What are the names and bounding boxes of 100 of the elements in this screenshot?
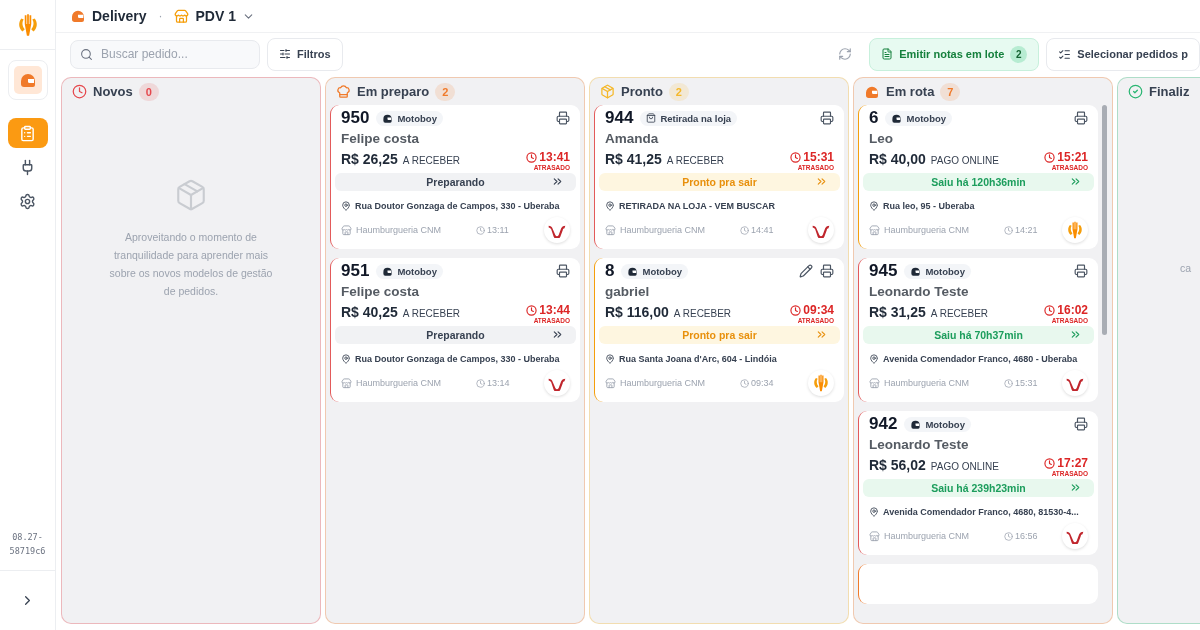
status-button[interactable]: Preparando [335,326,576,344]
delivery-tag: Motoboy [904,263,971,279]
column-count: 7 [940,82,961,101]
payment-status: A RECEBER [666,155,725,166]
store-selector[interactable]: PDV 1 [174,8,255,24]
store-icon [341,377,352,389]
select-orders-button[interactable]: Selecionar pedidos p [1046,37,1200,71]
customer-name: gabriel [605,284,651,299]
helmet-icon [910,265,922,277]
box-icon [174,178,208,212]
sliders-icon [279,48,291,60]
customer-name: Leonardo Teste [869,437,970,452]
store-name: Haumburgueria CNM [884,531,970,541]
print-button[interactable] [1074,264,1088,278]
print-button[interactable] [1074,111,1088,125]
order-time: 09:34 [751,378,774,388]
delivery-avatar-button[interactable] [7,60,48,100]
double-chevron-icon [1069,328,1082,341]
store-name: Haumburgueria CNM [620,378,706,388]
printer-icon [820,264,834,278]
print-button[interactable] [820,111,834,125]
clock-icon [526,304,538,316]
delivery-tag: Motoboy [885,110,953,126]
due-time: 09:34 [803,303,834,317]
order-time: 15:31 [1015,378,1038,388]
delivery-tag: Motoboy [904,416,971,432]
double-chevron-icon [551,328,564,341]
payment-status: PAGO ONLINE [930,155,999,166]
column-count: 2 [668,82,689,101]
clock-icon [1044,304,1056,316]
pin-icon [869,507,879,517]
store-name: Haumburgueria CNM [356,225,442,235]
payment-status: A RECEBER [402,308,461,319]
version-label: 08.27-58719c6 [8,531,47,558]
address: Avenida Comendador Franco, 4680 - Uberaba [883,354,1078,364]
print-button[interactable] [556,111,570,125]
column-title: Finaliz [1149,84,1190,99]
payment-status: A RECEBER [673,308,732,319]
pin-icon [605,201,615,211]
delivery-tag: Retirada na loja [640,110,738,126]
print-button[interactable] [1074,417,1088,431]
status-button[interactable]: Preparando [335,173,576,191]
printer-icon [556,111,570,125]
due-time: 15:31 [803,150,834,164]
delivery-tag: Motoboy [621,263,689,279]
clock-icon [1044,151,1056,163]
order-time: 13:14 [487,378,510,388]
store-icon [869,377,880,389]
customer-name: Felipe costa [341,131,421,146]
printer-icon [1074,417,1088,431]
print-button[interactable] [820,264,834,278]
store-icon [869,530,880,542]
order-number: 944 [605,108,634,128]
double-chevron-icon [815,175,828,188]
empty-message: Aproveitando o momento de tranquilidade para aprender mais sobre os novos modelos de gestão de pedidos. [108,230,274,299]
helmet-icon [382,265,394,277]
clipboard-icon [19,124,36,142]
delivery-tag: Motoboy [376,263,443,279]
pin-icon [869,354,879,364]
pin-icon [869,201,879,211]
order-time: 13:11 [487,225,509,235]
customer-name: Leo [869,131,894,146]
edit-button[interactable] [799,264,813,278]
clock-icon [1044,457,1056,469]
order-price: R$ 26,25 [341,151,398,167]
helmet-icon [382,112,394,124]
clock-icon [740,225,749,235]
column-title: Pronto [621,84,663,99]
address: Rua leo, 95 - Uberaba [883,201,975,211]
order-number: 942 [869,414,898,434]
filters-button[interactable]: Filtros [267,37,343,71]
order-price: R$ 31,25 [869,304,926,320]
search-field[interactable]: Buscar pedido... [70,39,260,69]
order-number: 951 [341,261,370,281]
pencil-icon [799,264,813,278]
address: Avenida Comendador Franco, 4680, 81530-4... [883,507,1079,517]
clock-icon [1004,531,1013,541]
pin-icon [605,354,615,364]
printer-icon [556,264,570,278]
store-icon [605,224,616,236]
column-count: 2 [435,82,456,101]
store-name: Haumburgueria CNM [884,378,970,388]
print-button[interactable] [556,264,570,278]
order-price: R$ 40,00 [869,151,926,167]
store-icon [605,377,616,389]
due-time: 15:21 [1057,150,1088,164]
clock-icon [526,151,538,163]
emit-invoices-button[interactable]: Emitir notas em lote 2 [869,37,1040,71]
settings-icon [19,192,36,210]
payment-status: A RECEBER [402,155,461,166]
clock-icon [476,225,485,235]
printer-icon [1074,111,1088,125]
store-name: Haumburgueria CNM [620,225,706,235]
due-time: 13:44 [539,303,570,317]
helmet-icon [891,112,903,124]
separator-dot: · [158,9,163,23]
column-title: Em rota [886,84,935,99]
order-time: 16:56 [1015,531,1038,541]
clock-icon [1004,225,1013,235]
payment-status: A RECEBER [930,308,989,319]
